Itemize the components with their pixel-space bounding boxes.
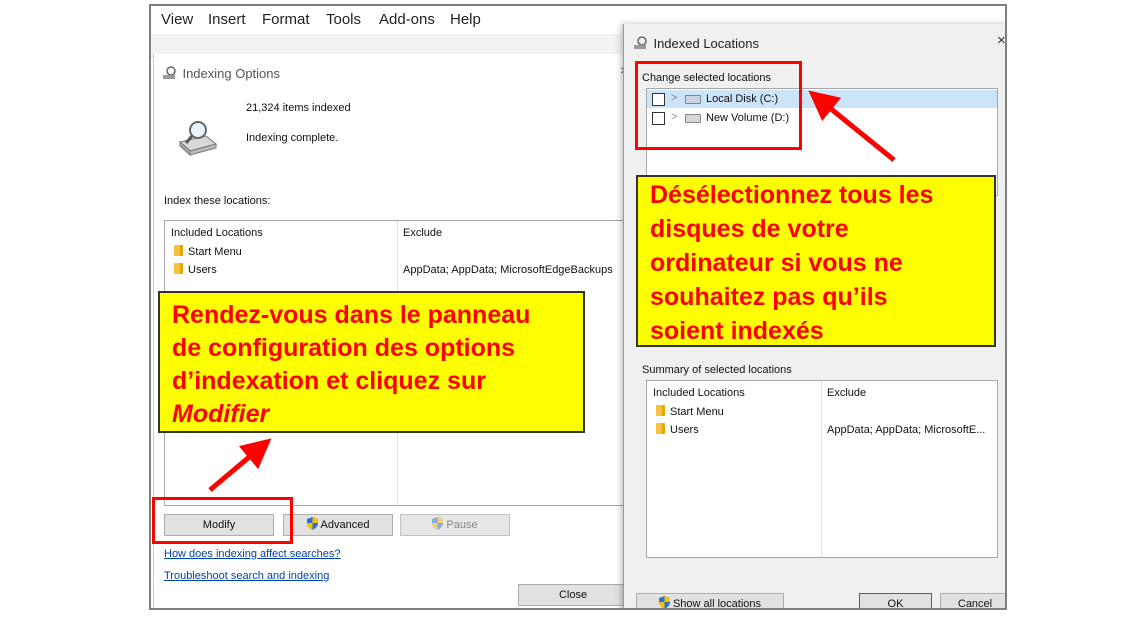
arrow-to-callout bbox=[208, 438, 272, 492]
arrow-to-drives bbox=[808, 90, 896, 162]
annotation-arrows bbox=[208, 90, 896, 492]
